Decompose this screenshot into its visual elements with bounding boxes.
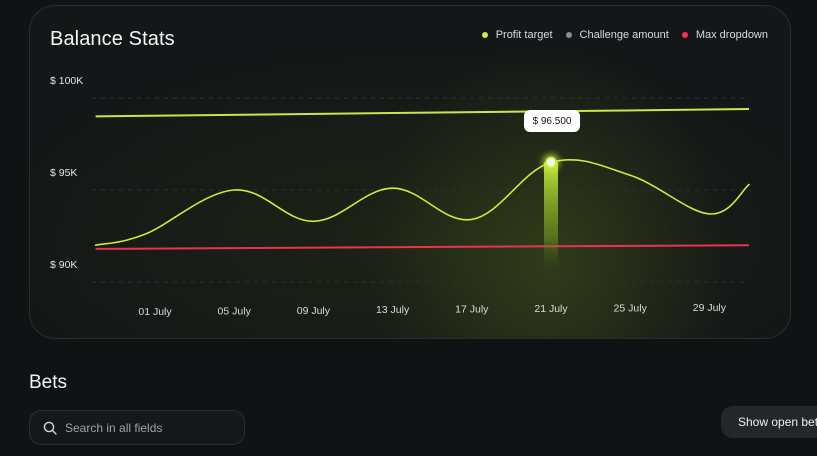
y-tick-label: $ 100K xyxy=(50,75,83,87)
value-tooltip: $ 96.500 xyxy=(524,110,580,132)
series-line-max-dropdown xyxy=(95,244,750,250)
x-tick-label: 25 July xyxy=(614,302,648,314)
search-input[interactable] xyxy=(65,420,235,435)
x-tick-label: 21 July xyxy=(534,303,568,315)
y-tick-label: $ 95K xyxy=(50,167,77,179)
search-icon xyxy=(43,421,57,435)
balance-stats-card: Balance Stats Profit target Challenge am… xyxy=(29,5,791,339)
show-open-bets-button[interactable]: Show open bets xyxy=(721,406,817,438)
x-tick-label: 29 July xyxy=(693,302,727,314)
series-line-challenge-amount xyxy=(94,158,750,246)
search-field[interactable] xyxy=(29,410,245,445)
x-tick-label: 05 July xyxy=(218,305,252,317)
highlight-bar xyxy=(544,162,558,270)
y-tick-label: $ 90K xyxy=(50,259,77,271)
x-tick-label: 13 July xyxy=(376,304,410,316)
bets-heading: Bets xyxy=(29,372,68,393)
x-tick-label: 09 July xyxy=(297,305,331,317)
x-tick-label: 01 July xyxy=(138,306,172,318)
balance-chart: $ 100K $ 95K $ 90K 01 July 05 July 09 July 13 … xyxy=(50,75,750,318)
series-line-profit-target xyxy=(95,108,750,118)
x-tick-label: 17 July xyxy=(455,304,489,316)
highlight-point xyxy=(545,156,557,169)
